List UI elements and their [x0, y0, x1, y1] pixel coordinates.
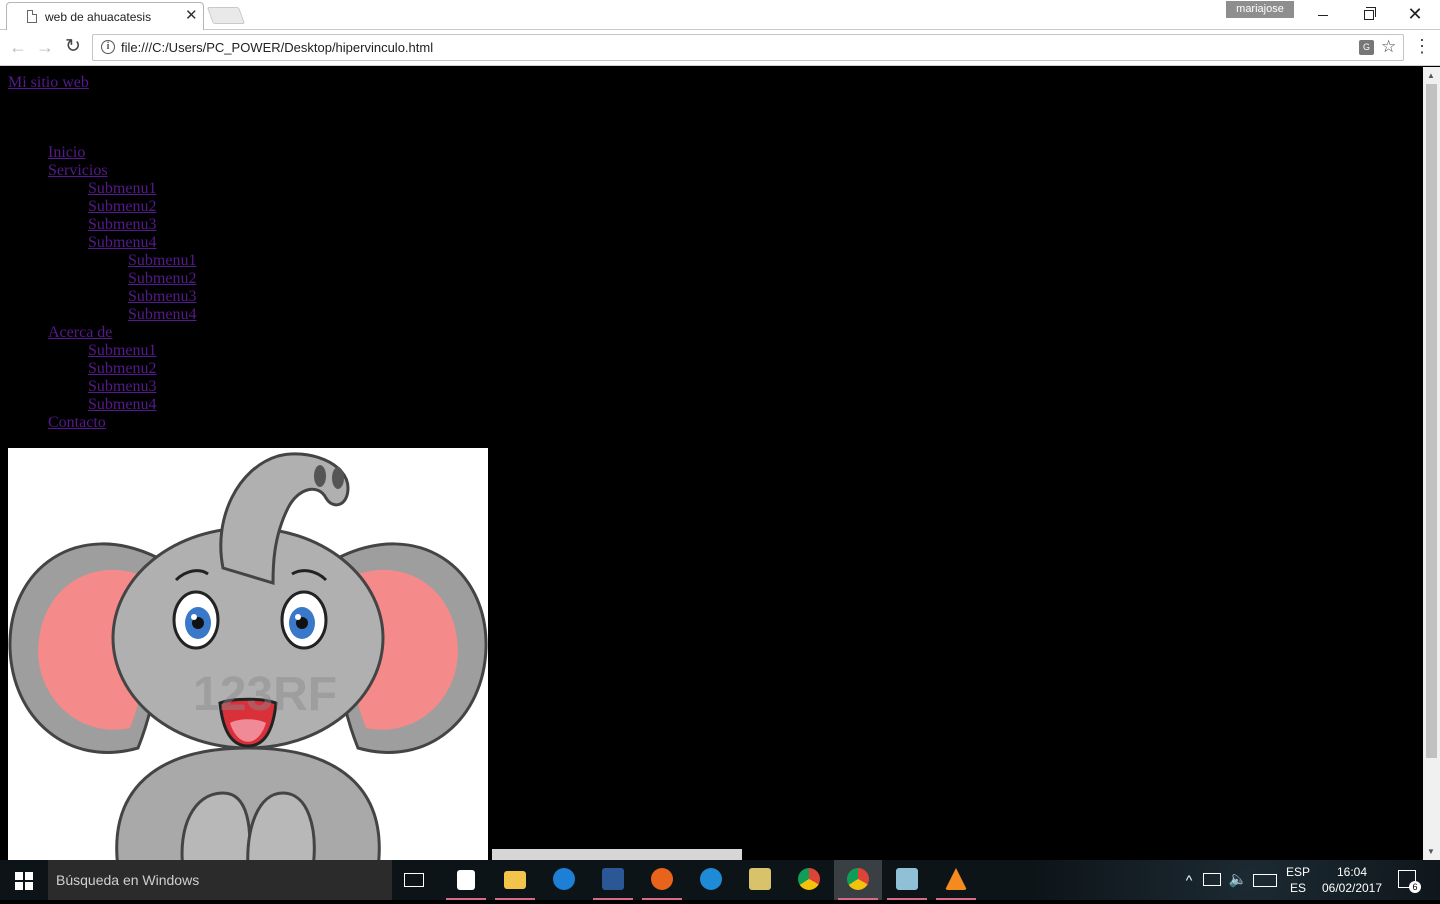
tray-chevron-icon[interactable]: ^	[1180, 860, 1198, 900]
restore-icon	[1364, 7, 1376, 21]
windows-logo-icon	[15, 872, 23, 880]
tab-title: web de ahuacatesis	[45, 10, 152, 24]
minimize-icon	[1318, 14, 1328, 16]
servicios-submenu-item[interactable]: Submenu4	[88, 234, 156, 251]
scrollbar-thumb[interactable]	[1426, 84, 1437, 758]
clock-date: 06/02/2017	[1321, 881, 1383, 895]
chrome-active-icon[interactable]	[834, 860, 882, 900]
forward-button[interactable]: →	[35, 37, 55, 57]
language-indicator[interactable]: ESP ES	[1284, 864, 1312, 904]
nested-submenu-item[interactable]: Submenu1	[128, 252, 196, 269]
start-button[interactable]	[0, 860, 48, 900]
store-icon[interactable]	[442, 860, 490, 900]
utility-app-icon[interactable]	[736, 860, 784, 900]
nested-submenu-item[interactable]: Submenu2	[128, 270, 196, 287]
nested-submenu-item[interactable]: Submenu3	[128, 288, 196, 305]
network-icon[interactable]	[1203, 873, 1221, 886]
nav-menu: Inicio Servicios Submenu1 Submenu2 Subme…	[48, 144, 196, 432]
volume-icon[interactable]: 🔈	[1228, 860, 1248, 900]
browser-toolbar: ← → ↻ i file:///C:/Users/PC_POWER/Deskto…	[0, 30, 1440, 66]
vlc-icon[interactable]	[932, 860, 980, 900]
word-icon[interactable]	[589, 860, 637, 900]
file-explorer-icon[interactable]	[491, 860, 539, 900]
vpn-icon[interactable]	[687, 860, 735, 900]
notification-badge: 6	[1409, 881, 1421, 893]
profile-badge[interactable]: mariajose	[1226, 1, 1294, 18]
servicios-submenu-item[interactable]: Submenu3	[88, 216, 156, 233]
browser-tabstrip: web de ahuacatesis ✕ mariajose ✕	[0, 0, 1440, 30]
acerca-submenu-item[interactable]: Submenu1	[88, 342, 156, 359]
servicios-submenu: Submenu1 Submenu2 Submenu3 Submenu4 Subm…	[48, 180, 196, 324]
acerca-submenu-item[interactable]: Submenu3	[88, 378, 156, 395]
windows-taskbar: Búsqueda en Windows ^ 🔈 ESP ES 16:04 06/…	[0, 860, 1440, 900]
browser-menu-icon[interactable]: ⋮	[1413, 36, 1431, 56]
close-window-button[interactable]: ✕	[1392, 0, 1438, 28]
nested-submenu: Submenu1 Submenu2 Submenu3 Submenu4	[88, 252, 196, 324]
translate-icon[interactable]: G	[1359, 40, 1374, 55]
address-bar[interactable]: i file:///C:/Users/PC_POWER/Desktop/hipe…	[92, 34, 1404, 61]
page-viewport: Mi sitio web Inicio Servicios Submenu1 S…	[0, 67, 1423, 860]
notes-app-icon[interactable]	[883, 860, 931, 900]
new-tab-button[interactable]	[206, 7, 246, 24]
menu-item-acerca[interactable]: Acerca de	[48, 324, 112, 341]
chrome-icon[interactable]	[785, 860, 833, 900]
back-button[interactable]: ←	[8, 37, 28, 57]
image-watermark: 123RF	[193, 668, 337, 721]
restore-button[interactable]	[1346, 0, 1392, 28]
menu-item-inicio[interactable]: Inicio	[48, 144, 85, 161]
acerca-submenu-item[interactable]: Submenu4	[88, 396, 156, 413]
tab-close-icon[interactable]: ✕	[185, 7, 198, 24]
elephant-image: 123RF	[8, 448, 488, 860]
action-center-icon[interactable]: 6	[1398, 870, 1421, 893]
edge-icon[interactable]	[540, 860, 588, 900]
language-code: ESP	[1285, 865, 1310, 879]
nested-submenu-item[interactable]: Submenu4	[128, 306, 196, 323]
menu-item-servicios[interactable]: Servicios	[48, 162, 108, 179]
scroll-down-icon[interactable]: ▼	[1427, 847, 1435, 856]
browser-tab[interactable]: web de ahuacatesis ✕	[6, 2, 204, 30]
elephant-illustration: 123RF	[8, 452, 488, 860]
menu-item-contacto[interactable]: Contacto	[48, 414, 106, 431]
task-view-icon[interactable]	[404, 873, 424, 887]
acerca-submenu-item[interactable]: Submenu2	[88, 360, 156, 377]
scroll-up-icon[interactable]: ▲	[1427, 71, 1435, 80]
vertical-scrollbar[interactable]: ▲ ▼	[1423, 67, 1440, 860]
servicios-submenu-item[interactable]: Submenu1	[88, 180, 156, 197]
horizontal-scrollbar[interactable]	[492, 849, 742, 860]
acerca-submenu: Submenu1 Submenu2 Submenu3 Submenu4	[48, 342, 196, 414]
site-title-link[interactable]: Mi sitio web	[8, 74, 89, 92]
minimize-button[interactable]	[1300, 0, 1346, 28]
url-text[interactable]: file:///C:/Users/PC_POWER/Desktop/hiperv…	[121, 40, 433, 55]
clock[interactable]: 16:04 06/02/2017	[1318, 864, 1386, 904]
bookmark-star-icon[interactable]: ☆	[1381, 37, 1396, 57]
keyboard-layout: ES	[1289, 881, 1306, 895]
servicios-submenu-item[interactable]: Submenu2	[88, 198, 156, 215]
page-icon	[27, 10, 37, 23]
taskbar-search[interactable]: Búsqueda en Windows	[48, 860, 392, 900]
reload-button[interactable]: ↻	[63, 37, 83, 57]
clock-time: 16:04	[1336, 865, 1368, 879]
keyboard-icon[interactable]	[1253, 874, 1277, 887]
info-icon[interactable]: i	[101, 40, 115, 54]
firefox-icon[interactable]	[638, 860, 686, 900]
